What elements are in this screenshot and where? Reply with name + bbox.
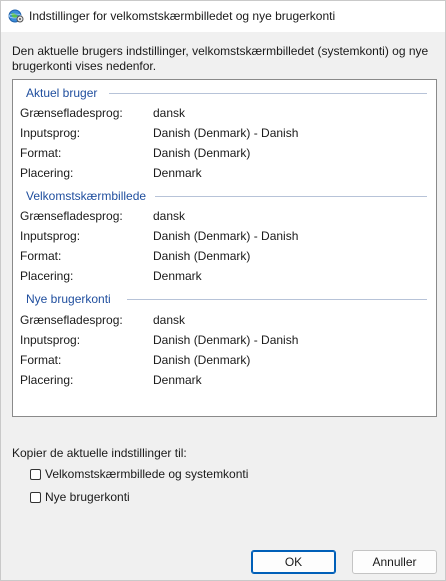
row-label: Inputsprog: bbox=[20, 126, 81, 140]
row-value: Danish (Denmark) bbox=[153, 146, 251, 160]
ok-button[interactable]: OK bbox=[251, 550, 336, 574]
checkbox-new-accounts[interactable]: Nye brugerkonti bbox=[30, 489, 130, 505]
row-label: Format: bbox=[20, 353, 62, 367]
row-value: Denmark bbox=[153, 269, 202, 283]
section-header-welcome-screen: Velkomstskærmbillede bbox=[26, 188, 150, 204]
row-value: Danish (Denmark) - Danish bbox=[153, 126, 299, 140]
row-label: Format: bbox=[20, 249, 62, 263]
section-title: Velkomstskærmbillede bbox=[26, 189, 147, 203]
row-value: Denmark bbox=[153, 373, 202, 387]
intro-text: Den aktuelle brugers indstillinger, velk… bbox=[12, 44, 429, 73]
section-title: Aktuel bruger bbox=[26, 86, 98, 100]
row-value: Danish (Denmark) - Danish bbox=[153, 333, 299, 347]
window-title: Indstillinger for velkomstskærmbilledet … bbox=[29, 9, 336, 23]
section-header-current-user: Aktuel bruger bbox=[26, 85, 101, 101]
checkbox-label[interactable]: Velkomstskærmbillede og systemkonti bbox=[45, 467, 248, 481]
row-label: Inputsprog: bbox=[20, 229, 81, 243]
row-value: Danish (Denmark) bbox=[153, 353, 251, 367]
dialog-window: Indstillinger for velkomstskærmbilledet … bbox=[0, 0, 446, 581]
row-label: Placering: bbox=[20, 269, 74, 283]
section-title: Nye brugerkonti bbox=[26, 292, 111, 306]
checkbox-welcome-screen[interactable]: Velkomstskærmbillede og systemkonti bbox=[30, 466, 248, 482]
row-label: Grænsefladesprog: bbox=[20, 313, 123, 327]
cancel-button[interactable]: Annuller bbox=[352, 550, 437, 574]
section-divider bbox=[127, 299, 427, 300]
row-value: Danish (Denmark) bbox=[153, 249, 251, 263]
section-header-new-accounts: Nye brugerkonti bbox=[26, 291, 115, 307]
checkbox-box[interactable] bbox=[30, 468, 41, 480]
row-label: Placering: bbox=[20, 373, 74, 387]
copy-settings-label: Kopier de aktuelle indstillinger til: bbox=[12, 446, 187, 460]
checkbox-box[interactable] bbox=[30, 491, 41, 503]
row-value: dansk bbox=[153, 209, 186, 223]
row-label: Inputsprog: bbox=[20, 333, 81, 347]
globe-settings-icon bbox=[8, 8, 24, 24]
row-value: dansk bbox=[153, 106, 186, 120]
section-divider bbox=[109, 93, 427, 94]
row-label: Format: bbox=[20, 146, 62, 160]
checkbox-label[interactable]: Nye brugerkonti bbox=[45, 490, 130, 504]
row-value: dansk bbox=[153, 313, 186, 327]
row-label: Grænsefladesprog: bbox=[20, 209, 123, 223]
row-value: Danish (Denmark) - Danish bbox=[153, 229, 299, 243]
title-bar[interactable]: Indstillinger for velkomstskærmbilledet … bbox=[1, 1, 445, 32]
row-label: Placering: bbox=[20, 166, 74, 180]
settings-panel: Aktuel bruger Grænsefladesprog: dansk In… bbox=[12, 79, 437, 417]
section-divider bbox=[155, 196, 427, 197]
row-label: Grænsefladesprog: bbox=[20, 106, 123, 120]
row-value: Denmark bbox=[153, 166, 202, 180]
